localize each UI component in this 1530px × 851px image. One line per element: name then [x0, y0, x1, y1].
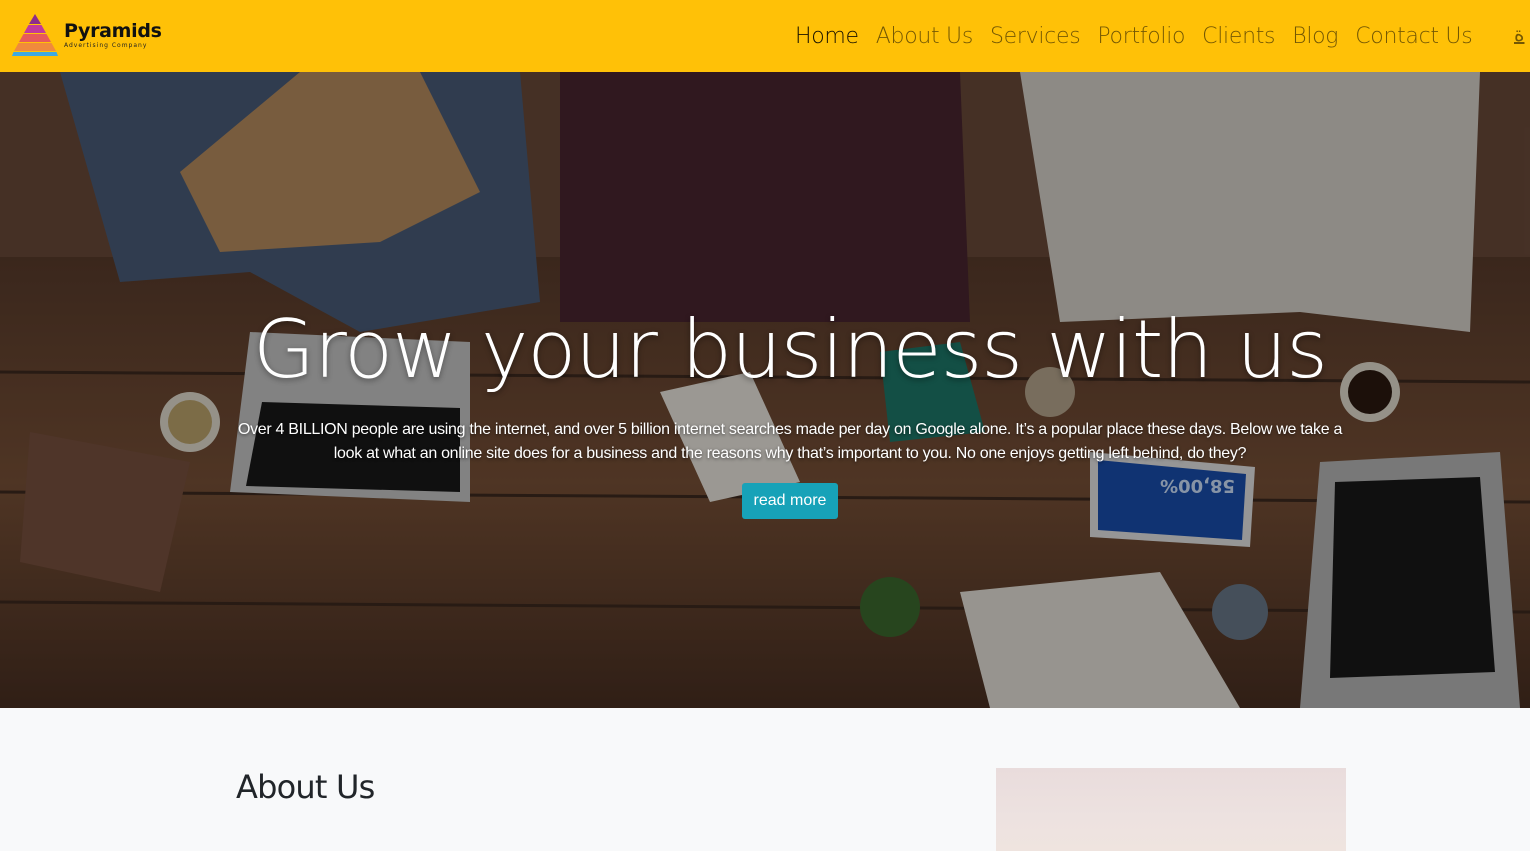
hero-content: Grow your business with us Over 4 BILLIO…: [220, 302, 1360, 519]
navbar: Pyramids Advertising Company Home About …: [0, 0, 1530, 72]
brand-tagline: Advertising Company: [64, 41, 148, 49]
nav-item-home[interactable]: Home: [795, 24, 859, 49]
hero-section: 58,00% Grow your business with us Over 4…: [0, 72, 1530, 708]
nav-item-blog[interactable]: Blog: [1292, 24, 1338, 49]
main-nav: Home About Us Services Portfolio Clients…: [795, 0, 1489, 72]
brand-name: Pyramids: [64, 19, 162, 42]
pyramid-logo-icon: [12, 14, 58, 56]
hero-title: Grow your business with us: [253, 303, 1328, 396]
nav-item-services[interactable]: Services: [990, 24, 1081, 49]
about-section: About Us: [0, 708, 1530, 851]
brand-logo-link[interactable]: Pyramids Advertising Company: [10, 13, 162, 57]
nav-item-contact-us[interactable]: Contact Us: [1355, 24, 1472, 49]
hero-description: Over 4 BILLION people are using the inte…: [237, 421, 1343, 462]
nav-item-portfolio[interactable]: Portfolio: [1097, 24, 1185, 49]
about-image: [996, 768, 1346, 851]
nav-item-clients[interactable]: Clients: [1202, 24, 1275, 49]
nav-item-about-us[interactable]: About Us: [876, 24, 974, 49]
about-title: About Us: [236, 768, 375, 806]
read-more-button[interactable]: read more: [741, 483, 839, 519]
language-switch-link[interactable]: ة: [1514, 22, 1530, 46]
